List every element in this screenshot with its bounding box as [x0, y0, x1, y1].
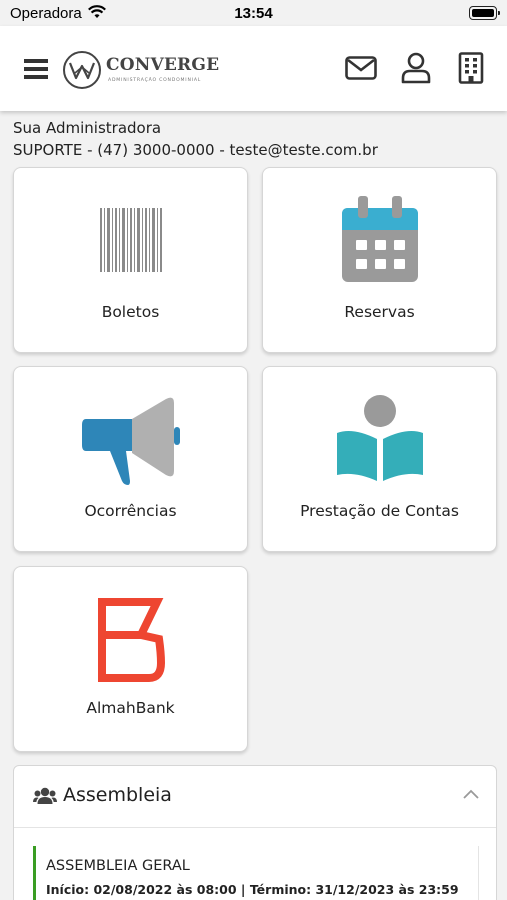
battery-icon: [469, 6, 500, 20]
tile-prestacao-de-contas[interactable]: Prestação de Contas: [262, 366, 497, 552]
tile-label: AlmahBank: [86, 699, 175, 717]
logo-text: CONVERGE: [106, 55, 220, 75]
barcode-icon: [99, 208, 162, 272]
menu-icon[interactable]: [24, 59, 48, 81]
admin-title: Sua Administradora: [13, 119, 162, 137]
logo-subtext: ADMINISTRAÇÃO CONDOMINIAL: [108, 78, 202, 83]
tile-ocorrencias[interactable]: Ocorrências: [13, 366, 248, 552]
tile-label: Boletos: [101, 303, 160, 321]
app-header: CONVERGE ADMINISTRAÇÃO CONDOMINIAL: [0, 26, 507, 111]
tile-almahbank[interactable]: AlmahBank: [13, 566, 248, 752]
status-bar: Operadora 13:54: [0, 0, 507, 26]
tile-label: Prestação de Contas: [300, 502, 459, 520]
clock: 13:54: [234, 5, 273, 22]
user-icon[interactable]: [401, 52, 431, 84]
admin-contact[interactable]: SUPORTE - (47) 3000-0000 - teste@teste.c…: [13, 141, 378, 159]
chevron-up-icon[interactable]: [462, 788, 480, 800]
assembleia-header[interactable]: Assembleia: [14, 766, 496, 828]
assembleia-section: Assembleia ASSEMBLEIA GERAL Início: 02/0…: [13, 765, 497, 900]
tile-label: Reservas: [344, 303, 415, 321]
calendar-icon: [341, 196, 418, 282]
reading-book-icon: [336, 395, 423, 481]
admin-info: Sua Administradora SUPORTE - (47) 3000-0…: [13, 119, 378, 159]
assembleia-title: Assembleia: [63, 784, 172, 806]
assembleia-item-dates: Início: 02/08/2022 às 08:00 | Término: 3…: [46, 882, 459, 897]
assembleia-item[interactable]: ASSEMBLEIA GERAL Início: 02/08/2022 às 0…: [33, 846, 479, 900]
assembleia-item-title: ASSEMBLEIA GERAL: [46, 858, 190, 874]
tile-label: Ocorrências: [84, 502, 177, 520]
tile-boletos[interactable]: Boletos: [13, 167, 248, 353]
building-icon[interactable]: [458, 52, 484, 84]
tile-reservas[interactable]: Reservas: [262, 167, 497, 353]
converge-emblem-icon: [63, 51, 101, 89]
people-icon: [33, 787, 57, 804]
almahbank-logo-icon: [97, 598, 165, 682]
converge-logo: CONVERGE ADMINISTRAÇÃO CONDOMINIAL: [62, 48, 222, 92]
megaphone-icon: [81, 397, 180, 485]
mail-icon[interactable]: [345, 56, 377, 80]
